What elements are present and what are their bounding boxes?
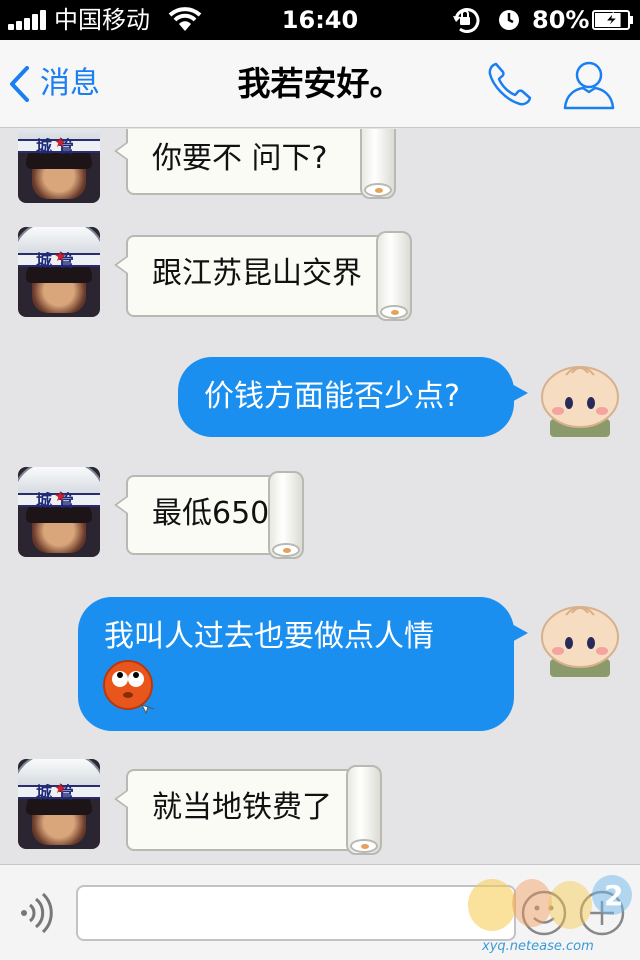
message-text: 就当地铁费了 — [152, 790, 332, 825]
back-chevron-icon — [10, 66, 29, 102]
battery-percentage: 80% — [532, 6, 590, 34]
message-row: 价钱方面能否少点? — [0, 351, 640, 451]
input-bar: 2 xyq.netease.com — [0, 864, 640, 960]
rotation-lock-icon — [453, 8, 480, 33]
received-bubble[interactable]: 跟江苏昆山交界 — [114, 231, 412, 321]
guard-avatar[interactable]: 城管 ★ — [18, 467, 100, 557]
alarm-icon — [499, 10, 519, 30]
chat-title: 我若安好。 — [237, 64, 403, 103]
plus-icon[interactable] — [578, 889, 626, 937]
voice-icon[interactable] — [16, 891, 60, 935]
received-bubble[interactable]: 你要不 问下? — [114, 129, 396, 199]
rolling-eyes-emoji — [103, 660, 155, 715]
message-text: 我叫人过去也要做点人情 — [104, 619, 434, 654]
received-bubble[interactable]: 最低650 — [114, 471, 304, 559]
message-text: 最低650 — [152, 496, 270, 531]
sent-bubble[interactable]: 我叫人过去也要做点人情 — [78, 597, 528, 731]
bun-avatar[interactable] — [540, 353, 620, 437]
phone-icon[interactable] — [486, 60, 534, 108]
back-label: 消息 — [40, 66, 100, 101]
message-text: 你要不 问下? — [152, 141, 328, 176]
message-row: 城管 ★ 最低650 — [0, 447, 640, 563]
guard-avatar[interactable]: 城管 ★ — [18, 129, 100, 203]
message-row: 城管 ★ 就当地铁费了 — [0, 743, 640, 864]
guard-avatar[interactable]: 城管 ★ — [18, 227, 100, 317]
message-input[interactable] — [76, 885, 516, 941]
message-row: 城管 ★ 你要不 问下? — [0, 129, 640, 203]
emoji-icon[interactable] — [520, 889, 568, 937]
message-row: 城管 ★ 跟江苏昆山交界 — [0, 209, 640, 321]
chat-area[interactable]: 城管 ★ 你要不 问下? 城管 ★ 跟江苏昆山交界 价钱方面能否少点? 城管 ★… — [0, 129, 640, 864]
message-text: 价钱方面能否少点? — [204, 379, 460, 414]
back-button[interactable]: 消息 — [8, 60, 118, 108]
watermark-url: xyq.netease.com — [482, 939, 594, 954]
battery-icon — [592, 10, 633, 30]
sent-bubble[interactable]: 价钱方面能否少点? — [178, 357, 528, 437]
status-bar: 中国移动 16:40 80% — [0, 0, 640, 40]
nav-bar: 消息 我若安好。 — [0, 40, 640, 128]
guard-avatar[interactable]: 城管 ★ — [18, 759, 100, 849]
bun-avatar[interactable] — [540, 593, 620, 677]
message-text: 跟江苏昆山交界 — [152, 256, 362, 291]
received-bubble[interactable]: 就当地铁费了 — [114, 765, 382, 855]
message-row: 我叫人过去也要做点人情 — [0, 591, 640, 737]
contact-icon[interactable] — [562, 58, 616, 110]
